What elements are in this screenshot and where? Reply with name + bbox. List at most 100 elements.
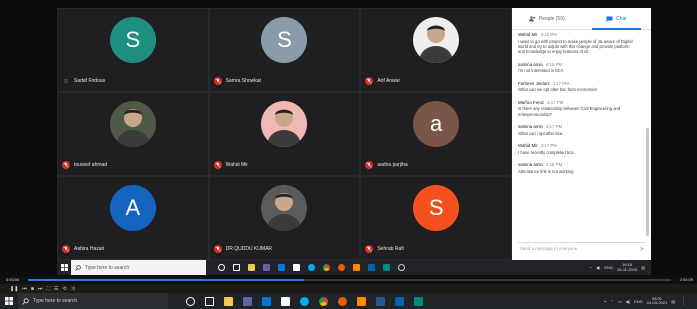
file-explorer-icon[interactable] [224, 296, 233, 306]
participant-name: Samra Showkat [225, 78, 261, 84]
chat-message-header: Wahid Mir 4:17 PM [518, 143, 637, 148]
participant-initial-avatar: A [109, 185, 156, 231]
meet-icon[interactable] [383, 264, 390, 271]
participant-grid: S ⁝⁝ Sadaf Firdous S Samra Showkat Arif Anwar… [57, 8, 512, 260]
chat-scrollbar[interactable] [646, 128, 649, 236]
vlc-icon[interactable] [353, 264, 360, 271]
task-view-icon[interactable] [233, 264, 240, 271]
remote-clock-date: 26-11-2020 [617, 266, 638, 272]
chat-message: Marfoo Feroz 4:17 PM Is there any relation… [518, 100, 637, 117]
stop-icon[interactable]: ■ [31, 286, 34, 292]
participant-photo-avatar [109, 101, 156, 147]
notification-icon[interactable]: ▤ [671, 299, 675, 304]
tab-people[interactable]: People (59) [512, 8, 582, 29]
local-search-placeholder: Type here to search [33, 298, 78, 304]
firefox-icon[interactable] [338, 296, 347, 306]
participant-tile[interactable]: Arif Anwar [360, 8, 512, 92]
teams-icon[interactable] [263, 264, 270, 271]
participant-tile[interactable]: touseef ahmad [57, 92, 209, 176]
pause-icon[interactable]: ❚❚ [10, 286, 18, 292]
photos-icon[interactable] [395, 296, 404, 306]
notification-icon[interactable]: ▤ [641, 265, 645, 270]
player-seekbar: 0:53:56 2:04:09 [0, 276, 697, 284]
chat-sender: Wahid Mir [518, 32, 538, 37]
chat-message: Farheen Jeelani 4:17 PM What can we opt af… [518, 81, 637, 93]
mic-off-icon [213, 77, 222, 85]
participant-label: DR.QUDDU KUMAR [213, 245, 272, 253]
participant-tile[interactable]: S Sehrab Rafi [360, 176, 512, 260]
chat-sender: Marfoo Feroz [518, 99, 545, 105]
store-icon[interactable] [293, 264, 300, 271]
tab-chat[interactable]: Chat [582, 8, 652, 30]
participant-name: aadira purjiba [377, 162, 408, 168]
task-view-icon[interactable] [205, 296, 214, 306]
firefox-icon[interactable] [338, 264, 345, 271]
playlist-icon[interactable]: ☰ [54, 286, 58, 292]
windows-start-icon[interactable] [0, 293, 18, 309]
chat-message-header: Marfoo Feroz 4:17 PM [518, 100, 637, 105]
store-icon[interactable] [281, 296, 290, 306]
total-time: 2:04:09 [679, 277, 693, 282]
vlc-icon[interactable] [357, 296, 366, 306]
participant-tile[interactable]: DR.QUDDU KUMAR [208, 176, 361, 260]
chat-input-placeholder: Send a message to everyone [520, 246, 578, 251]
skype-icon[interactable] [308, 264, 315, 271]
participant-photo-avatar [261, 101, 308, 147]
teams-icon[interactable] [243, 296, 252, 306]
participant-name: touseef ahmad [74, 162, 108, 168]
remote-search-box[interactable]: Type here to search [71, 260, 206, 275]
participant-initial-avatar: a [413, 101, 460, 147]
chat-time: 4:17 PM [545, 124, 563, 130]
chat-text: What can we opt after bsc from economics [518, 87, 598, 93]
mail-icon[interactable] [262, 296, 271, 306]
local-clock[interactable]: 08:51 04-03-2021 [647, 296, 667, 306]
local-search-box[interactable]: Type here to search [18, 293, 168, 309]
search-icon [75, 264, 81, 271]
participant-tile[interactable]: A Aabira Hazari [57, 176, 209, 260]
next-icon[interactable]: ⏭ [38, 286, 43, 292]
volume-icon[interactable]: ◀) [626, 299, 630, 304]
send-icon[interactable]: ➤ [639, 245, 645, 253]
mic-off-icon [213, 245, 222, 253]
word-icon[interactable] [376, 296, 385, 306]
cortana-icon[interactable] [218, 264, 225, 271]
remote-system-tray: ◔ ◀) ENG 16:18 26-11-2020 ▤ [590, 262, 651, 272]
chat-text: i'm not interested in bCA [518, 68, 564, 74]
people-tray-icon[interactable]: ◓ [604, 299, 606, 304]
windows-start-icon[interactable] [57, 260, 71, 275]
local-lang[interactable]: ENG [634, 299, 643, 304]
chrome-icon[interactable] [323, 264, 330, 271]
local-taskbar: Type here to search ◓ ⌃ ▭ ◀) ENG 08:51 0… [0, 293, 697, 309]
chat-message-header: samina amin 4:16 PM [518, 62, 637, 67]
file-explorer-icon[interactable] [248, 264, 255, 271]
mail-icon[interactable] [278, 264, 285, 271]
chat-input[interactable]: Send a message to everyone ➤ [518, 242, 645, 254]
show-desktop-button[interactable] [683, 296, 691, 306]
speaking-indicator-icon: ⁝⁝ [64, 78, 68, 85]
participant-tile[interactable]: S ⁝⁝ Sadaf Firdous [57, 8, 209, 92]
network-icon[interactable]: ◔ [590, 265, 592, 270]
cortana-icon[interactable] [186, 296, 195, 306]
participant-tile[interactable]: S Samra Showkat [208, 8, 361, 92]
participant-tile[interactable]: a aadira purjiba [360, 92, 512, 176]
settings-icon[interactable] [398, 264, 405, 271]
remote-clock[interactable]: 16:18 26-11-2020 [617, 262, 638, 272]
seek-track[interactable] [28, 279, 671, 281]
photos-icon[interactable] [368, 264, 375, 271]
show-hidden-icons[interactable]: ⌃ [611, 299, 614, 304]
remote-lang[interactable]: ENG [604, 265, 613, 270]
shuffle-icon[interactable]: ⤨ [71, 286, 75, 292]
chrome-icon[interactable] [319, 296, 328, 306]
chat-text: I want to go with project to make people… [518, 38, 633, 55]
loop-icon[interactable]: ⟲ [62, 286, 66, 292]
volume-icon[interactable]: ◀) [596, 265, 600, 270]
media-player-icon[interactable] [414, 296, 423, 306]
battery-icon[interactable]: ▭ [618, 299, 622, 304]
participant-name: Wahid Mir [225, 162, 248, 168]
fullscreen-icon[interactable]: ⛶ [46, 286, 50, 292]
chat-message: samina amin 4:18 PM Attendance link is not… [518, 162, 637, 174]
chat-sender: Wahid Mir [518, 143, 538, 149]
participant-tile[interactable]: Wahid Mir [208, 92, 361, 176]
skype-icon[interactable] [300, 296, 309, 306]
previous-icon[interactable]: ⏮ [22, 286, 27, 292]
